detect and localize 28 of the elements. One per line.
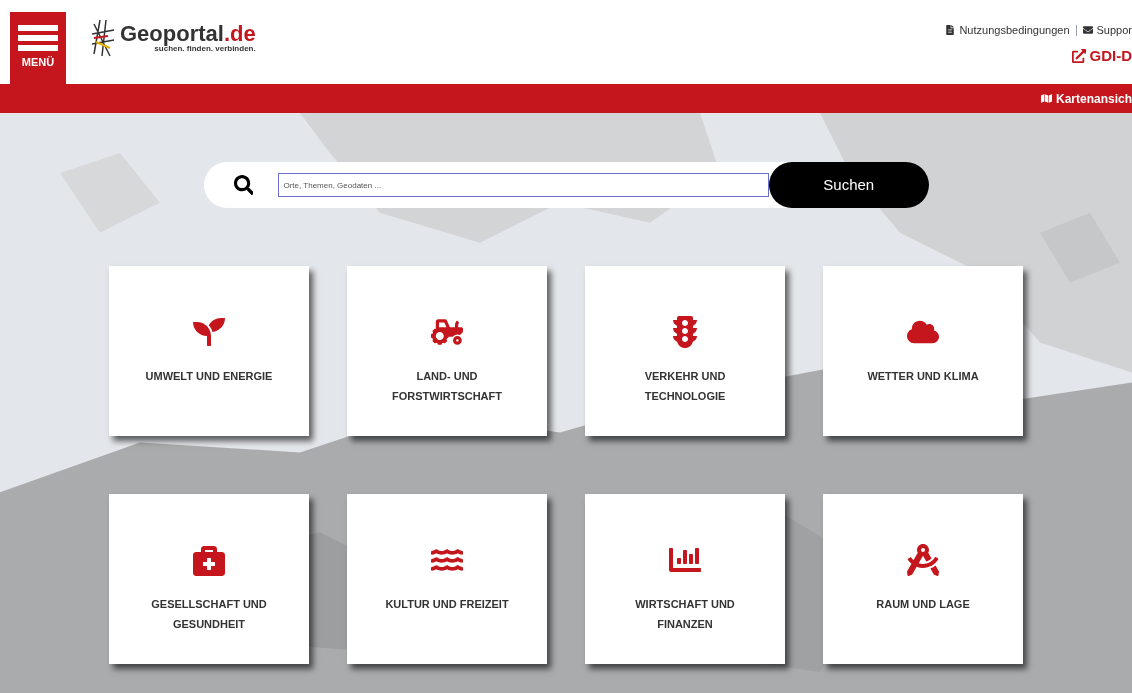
document-icon xyxy=(945,25,956,36)
search-icon xyxy=(233,175,254,195)
external-link-icon xyxy=(1071,48,1086,63)
seedling-icon xyxy=(193,316,225,348)
category-tile[interactable]: WIRTSCHAFT UND FINANZEN xyxy=(585,494,785,664)
category-tile[interactable]: RAUM UND LAGE xyxy=(823,494,1023,664)
logo-tagline: suchen. finden. verbinden. xyxy=(154,45,256,53)
search-field[interactable]: Orte, Themen, Geodaten ... xyxy=(278,173,769,197)
category-tile[interactable]: VERKEHR UND TECHNOLOGIE xyxy=(585,266,785,436)
menu-icon xyxy=(18,25,58,52)
medical-kit-icon xyxy=(193,544,225,576)
category-tile[interactable]: GESELLSCHAFT UND GESUNDHEIT xyxy=(109,494,309,664)
compass-icon xyxy=(907,544,939,576)
tractor-icon xyxy=(431,316,463,348)
category-tile[interactable]: KULTUR UND FREIZEIT xyxy=(347,494,547,664)
search-button[interactable]: Suchen xyxy=(769,162,929,208)
category-tile[interactable]: UMWELT UND ENERGIE xyxy=(109,266,309,436)
terms-link[interactable]: Nutzungsbedingungen xyxy=(959,22,1070,39)
menu-button[interactable]: MENÜ xyxy=(10,12,66,84)
logo-icon xyxy=(90,18,116,58)
map-view-link[interactable]: Kartenansich xyxy=(1055,89,1132,108)
envelope-icon xyxy=(1082,25,1093,36)
map-icon xyxy=(1040,93,1052,104)
support-link[interactable]: Suppor xyxy=(1096,22,1132,39)
gdi-link[interactable]: GDI-D xyxy=(1089,44,1132,67)
logo-text: Geoportal.de xyxy=(120,23,256,45)
category-tile[interactable]: WETTER UND KLIMA xyxy=(823,266,1023,436)
category-tile[interactable]: LAND- UND FORSTWIRTSCHAFT xyxy=(347,266,547,436)
